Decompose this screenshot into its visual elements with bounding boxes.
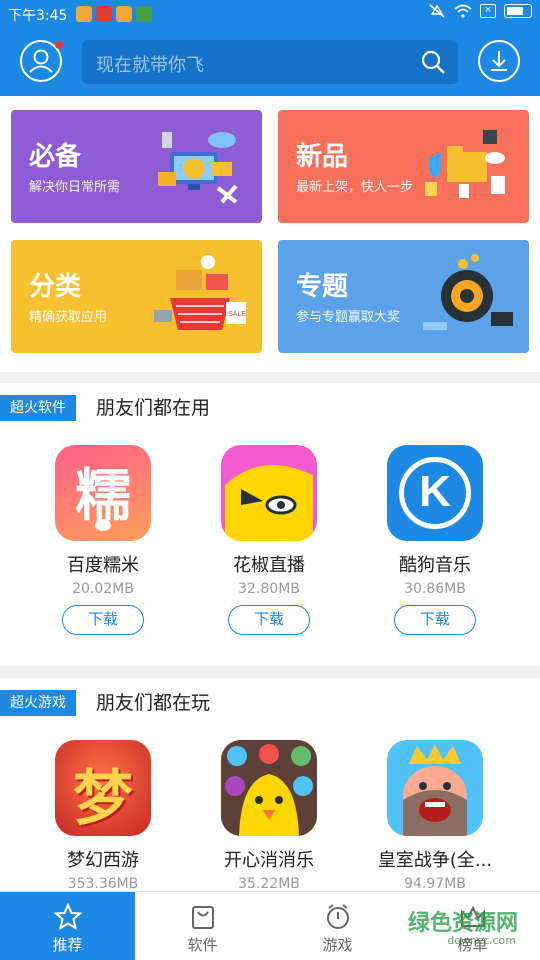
card-topics[interactable]: 专题 参与专题赢取大奖 bbox=[278, 240, 529, 353]
card-categories[interactable]: 分类 精确获取应用 SALE bbox=[11, 240, 262, 353]
app-name: 百度糯米 bbox=[67, 555, 139, 576]
app-name: 皇室战争(全... bbox=[377, 850, 493, 871]
tab-software[interactable]: 软件 bbox=[135, 892, 270, 960]
system-icons: × bbox=[428, 4, 532, 18]
chick-icon bbox=[221, 740, 317, 836]
app-icon-huajiao[interactable] bbox=[221, 445, 317, 541]
hot-software-section: 超火软件 朋友们都在用 糯 百度糯米 20.02MB 下载 花椒直播 32.80… bbox=[0, 383, 540, 666]
shopping-basket-illustration: SALE bbox=[154, 255, 246, 330]
user-avatar-button[interactable] bbox=[20, 40, 63, 82]
computer-tools-illustration bbox=[158, 132, 238, 204]
download-button[interactable]: 下载 bbox=[394, 605, 476, 635]
app-size: 353.36MB bbox=[67, 876, 139, 891]
app-icon-nuomi[interactable]: 糯 bbox=[55, 445, 151, 541]
app-item[interactable]: 皇室战争(全... 94.97MB bbox=[352, 740, 518, 891]
card-title: 专题 bbox=[296, 272, 349, 302]
section-tag: 超火游戏 bbox=[0, 690, 76, 716]
wifi-icon bbox=[454, 4, 472, 18]
app-icon-menghuan[interactable]: 梦 bbox=[55, 740, 151, 836]
king-icon bbox=[403, 744, 467, 836]
app-icon-xiaoxiaole[interactable] bbox=[221, 740, 317, 836]
tab-recommend[interactable]: 推荐 bbox=[0, 892, 135, 960]
app-name: 梦幻西游 bbox=[67, 850, 139, 871]
card-title: 分类 bbox=[29, 272, 82, 302]
clock-icon bbox=[326, 904, 349, 929]
tab-games[interactable]: 游戏 bbox=[270, 892, 405, 960]
app-item[interactable]: 梦 梦幻西游 353.36MB bbox=[20, 740, 186, 891]
card-subtitle: 参与专题赢取大奖 bbox=[296, 310, 401, 325]
notification-icons bbox=[76, 6, 152, 22]
gear-coins-illustration bbox=[423, 254, 513, 330]
new-files-illustration bbox=[425, 130, 505, 198]
app-icon-clash-royale[interactable] bbox=[387, 740, 483, 836]
hot-games-section: 超火游戏 朋友们都在玩 梦 梦幻西游 353.36MB 开心消消乐 35.22M… bbox=[0, 678, 540, 891]
card-subtitle: 精确获取应用 bbox=[29, 310, 108, 325]
app-item[interactable]: K 酷狗音乐 30.86MB 下载 bbox=[352, 445, 518, 635]
paw-icon bbox=[95, 519, 111, 531]
app-size: 32.80MB bbox=[238, 581, 300, 597]
card-subtitle: 解决你日常所需 bbox=[29, 180, 121, 195]
app-size: 30.86MB bbox=[404, 581, 466, 597]
battery-icon bbox=[504, 4, 532, 18]
search-input[interactable]: 现在就带你飞 bbox=[82, 40, 458, 84]
section-tag: 超火软件 bbox=[0, 395, 76, 421]
top-bar: 下午3:45 × 现在就带你飞 bbox=[0, 0, 540, 96]
status-time: 下午3:45 bbox=[8, 8, 68, 24]
app-icon-glyph: K bbox=[419, 467, 451, 516]
notification-icon bbox=[76, 6, 92, 22]
card-essentials[interactable]: 必备 解决你日常所需 bbox=[11, 110, 262, 223]
notification-icon bbox=[116, 6, 132, 22]
watermark-url: downcc.com bbox=[447, 934, 516, 947]
app-item[interactable]: 花椒直播 32.80MB 下载 bbox=[186, 445, 352, 635]
huajiao-face-icon bbox=[225, 465, 313, 541]
bag-icon bbox=[191, 906, 214, 929]
card-new[interactable]: 新品 最新上架，快人一步 bbox=[278, 110, 529, 223]
card-title: 新品 bbox=[296, 142, 349, 172]
download-icon bbox=[491, 51, 507, 71]
tab-label: 游戏 bbox=[322, 936, 353, 954]
app-icon-glyph: 梦 bbox=[73, 764, 133, 834]
svg-text:SALE: SALE bbox=[228, 311, 246, 318]
tab-label: 软件 bbox=[187, 936, 218, 954]
tab-label: 推荐 bbox=[52, 936, 83, 954]
app-name: 开心消消乐 bbox=[224, 850, 314, 871]
mute-icon bbox=[429, 4, 445, 18]
category-cards: 必备 解决你日常所需 新品 最新上架，快人一步 分类 精确获取应用 SALE 专… bbox=[0, 96, 540, 372]
app-item[interactable]: 糯 百度糯米 20.02MB 下载 bbox=[20, 445, 186, 635]
app-size: 20.02MB bbox=[72, 581, 134, 597]
card-title: 必备 bbox=[29, 142, 82, 172]
download-button[interactable]: 下载 bbox=[62, 605, 144, 635]
notification-dot bbox=[55, 41, 63, 49]
app-name: 酷狗音乐 bbox=[399, 555, 471, 576]
download-manager-button[interactable] bbox=[478, 40, 520, 82]
app-item[interactable]: 开心消消乐 35.22MB bbox=[186, 740, 352, 891]
app-size: 94.97MB bbox=[404, 876, 466, 891]
download-button[interactable]: 下载 bbox=[228, 605, 310, 635]
search-icon[interactable] bbox=[420, 49, 446, 75]
status-bar: 下午3:45 × bbox=[0, 0, 540, 28]
app-icon-kugou[interactable]: K bbox=[387, 445, 483, 541]
user-icon bbox=[29, 49, 53, 73]
mail-icon bbox=[96, 6, 112, 22]
star-icon bbox=[52, 902, 83, 931]
search-placeholder: 现在就带你飞 bbox=[96, 55, 204, 76]
section-title: 朋友们都在玩 bbox=[96, 692, 211, 714]
no-sim-icon: × bbox=[480, 4, 496, 18]
card-subtitle: 最新上架，快人一步 bbox=[296, 180, 414, 195]
shield-icon bbox=[136, 6, 152, 22]
section-title: 朋友们都在用 bbox=[96, 397, 211, 419]
app-size: 35.22MB bbox=[238, 876, 300, 891]
watermark: 绿色资源网 bbox=[407, 911, 518, 936]
app-name: 花椒直播 bbox=[233, 555, 305, 576]
